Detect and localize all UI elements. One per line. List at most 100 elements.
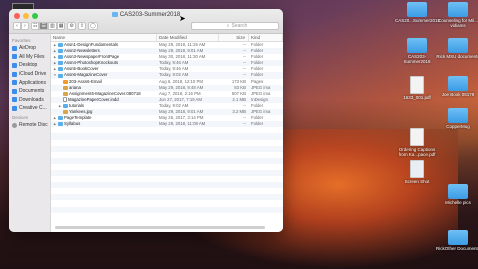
desktop-item-label: Screen Shot <box>404 179 430 184</box>
desktop-item-label: Rick MSU documents <box>436 54 478 59</box>
back-button[interactable]: ‹ <box>13 22 21 30</box>
screenshot-icon <box>410 160 424 178</box>
sidebar-item-fav-3[interactable]: iCloud Drive <box>9 70 50 79</box>
list-view-button[interactable]: ☰ <box>39 22 48 30</box>
all-files-icon <box>12 54 17 60</box>
window-title-text: CAS203-Summer2018 <box>119 12 181 18</box>
desktop-item[interactable]: Screen Shot <box>395 160 439 184</box>
favorites-list: AirDrop All My Files Desktop iCloud Drive Ap… <box>9 44 50 113</box>
forward-button[interactable]: › <box>21 22 29 30</box>
folder-icon <box>58 73 63 78</box>
horizontal-scrollbar[interactable] <box>55 226 265 229</box>
sidebar-item-fav-1[interactable]: All My Files <box>9 53 50 62</box>
tag-button[interactable]: ◯ <box>88 22 98 30</box>
name-column-header[interactable]: Name <box>51 34 157 41</box>
desktop-item[interactable]: 1533_001.pdf <box>395 76 439 100</box>
sidebar-item-label: Creative C... <box>19 105 47 112</box>
sidebar-item-label: Documents <box>19 88 45 95</box>
share-button[interactable]: ⇪ <box>77 22 87 30</box>
folder-icon <box>111 12 118 17</box>
search-icon: ⌕ <box>226 23 230 29</box>
arrange-button[interactable]: ⚙ <box>67 22 76 30</box>
size-column-header[interactable]: Size <box>219 34 249 41</box>
window-title: CAS203-Summer2018 <box>9 12 283 18</box>
desktop-item-label: CAS20...Summer2018 <box>395 18 441 23</box>
document-icon <box>63 97 67 103</box>
document-icon <box>410 76 424 94</box>
desktop-item-label: 1533_001.pdf <box>403 95 431 100</box>
creative-cloud-icon <box>12 105 17 111</box>
folder-icon <box>58 55 63 60</box>
image-file-icon <box>63 91 68 96</box>
desktop-item[interactable]: CAS203-Summer2018 <box>395 38 439 64</box>
sidebar-item-label: All My Files <box>19 53 45 60</box>
desktop-item[interactable]: Michelle pics <box>436 184 478 205</box>
view-buttons: ☷ ☰ ▥ ▦ <box>31 22 66 30</box>
folder-icon <box>448 2 468 17</box>
folder-icon <box>407 38 427 53</box>
desktop-item[interactable]: Counseling for Mil... vidiams <box>436 2 478 28</box>
file-name-cell: ▶ Syllabus <box>51 121 157 127</box>
sidebar-item-fav-2[interactable]: Desktop <box>9 61 50 70</box>
file-list: Name Date Modified Size Kind ▶ Assn1-Desi… <box>51 34 283 232</box>
sidebar-item-fav-5[interactable]: Documents <box>9 87 50 96</box>
desktop-item[interactable]: CAS20...Summer2018 <box>395 2 441 23</box>
desktop-item[interactable]: Joe Book 05178 <box>436 76 478 97</box>
folder-icon <box>448 230 468 245</box>
desktop-item-label: CopperMug <box>446 124 470 129</box>
sidebar-item-fav-4[interactable]: Applications <box>9 78 50 87</box>
date-column-header[interactable]: Date Modified <box>157 34 219 41</box>
sidebar-item-label: AirDrop <box>19 45 36 52</box>
sidebar-item-device-0[interactable]: Remote Disc <box>9 121 50 130</box>
kind-column-header[interactable]: Kind <box>249 34 283 41</box>
image-file-icon <box>63 85 68 90</box>
folder-icon <box>58 49 63 54</box>
folder-icon <box>58 67 63 72</box>
icloud-icon <box>12 71 17 77</box>
folder-icon <box>448 38 468 53</box>
sidebar-item-label: Applications <box>19 79 46 86</box>
disc-icon <box>12 122 17 128</box>
folder-icon <box>407 2 427 17</box>
folder-icon <box>58 116 63 121</box>
file-rows: ▶ Assn1-DesignFundamentals May 29, 2018, 1… <box>51 42 283 213</box>
icon-view-button[interactable]: ☷ <box>31 22 40 30</box>
column-view-button[interactable]: ▥ <box>47 22 57 30</box>
file-row[interactable]: ▶ Syllabus May 29, 2018, 11:08 AM -- Folder <box>51 121 283 128</box>
sidebar-item-label: Desktop <box>19 62 38 69</box>
desktop-item-label: CAS203-Summer2018 <box>403 54 431 64</box>
desktop-icon <box>12 62 17 68</box>
desktop-item[interactable]: CopperMug <box>436 108 478 129</box>
sidebar-heading-favorites: Favorites <box>12 38 31 43</box>
sidebar-item-fav-6[interactable]: Downloads <box>9 96 50 105</box>
documents-icon <box>12 88 17 94</box>
pages-file-icon <box>63 79 68 84</box>
desktop-item-label: Michelle pics <box>445 200 471 205</box>
sidebar-item-fav-7[interactable]: Creative C... <box>9 104 50 113</box>
window-content: Favorites AirDrop All My Files Desktop iClo… <box>9 34 283 232</box>
file-kind: Folder <box>251 121 264 127</box>
finder-window: CAS203-Summer2018 ‹ › ☷ ☰ ▥ ▦ ⚙ ⇪ ◯ ⌕ Se… <box>9 9 283 232</box>
applications-icon <box>12 80 17 86</box>
title-bar[interactable]: CAS203-Summer2018 ‹ › ☷ ☰ ▥ ▦ ⚙ ⇪ ◯ ⌕ Se… <box>9 9 283 34</box>
folder-icon <box>63 103 68 108</box>
disclosure-closed-icon[interactable]: ▶ <box>53 121 57 127</box>
desktop-item-label: Counseling for Mil... vidiams <box>438 18 478 28</box>
folder-icon <box>58 43 63 48</box>
toolbar: ‹ › ☷ ☰ ▥ ▦ ⚙ ⇪ ◯ ⌕ Search <box>13 21 279 31</box>
sidebar-item-fav-0[interactable]: AirDrop <box>9 44 50 53</box>
sidebar-item-label: Remote Disc <box>19 122 48 129</box>
gallery-view-button[interactable]: ▦ <box>56 22 66 30</box>
document-icon <box>410 128 424 146</box>
desktop-item[interactable]: Rick MSU documents <box>436 38 478 59</box>
downloads-icon <box>12 97 17 103</box>
sidebar-item-label: Downloads <box>19 96 44 103</box>
folder-icon <box>448 108 468 123</box>
desktop-item[interactable]: RickOther Documents <box>436 230 478 251</box>
desktop-item[interactable]: Ordering Captions from Ka...pace.pdf <box>395 128 439 157</box>
file-size: -- <box>243 121 246 127</box>
file-date: May 29, 2018, 11:08 AM <box>159 121 206 127</box>
search-field[interactable]: ⌕ Search <box>191 22 279 30</box>
folder-icon <box>448 76 468 91</box>
desktop-item-label: Ordering Captions from Ka...pace.pdf <box>398 147 436 157</box>
